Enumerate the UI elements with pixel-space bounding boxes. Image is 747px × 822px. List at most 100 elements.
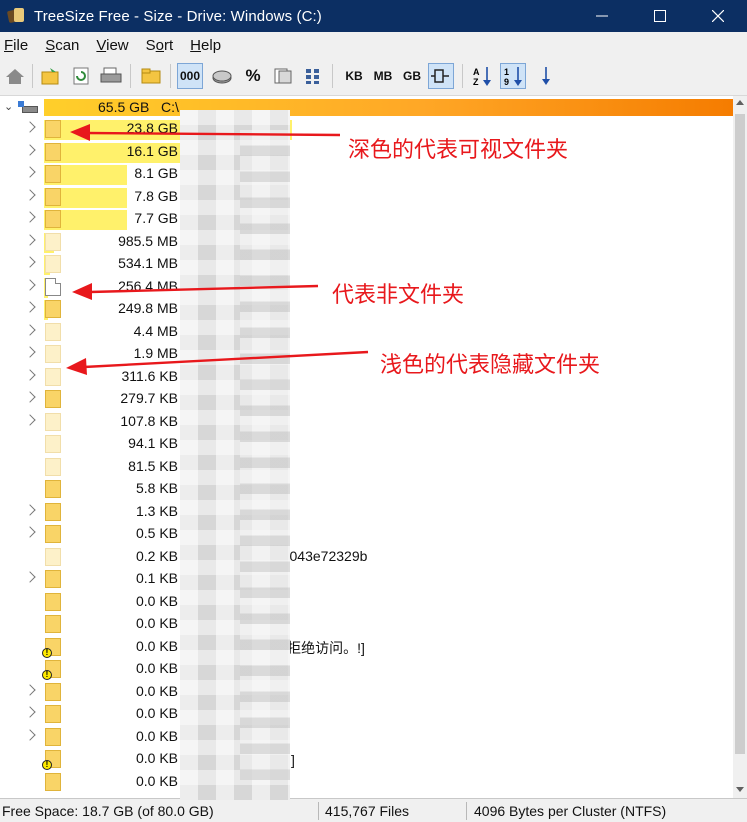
size-view-button[interactable]: 000 <box>177 63 203 89</box>
drive-icon <box>18 101 38 113</box>
row-size: 0.0 KB <box>135 615 178 631</box>
tree-row[interactable]: 5.8 KBarch <box>0 478 733 500</box>
tree-row[interactable]: 0.0 KBwnload <box>0 726 733 748</box>
row-size: 985.5 MB <box>118 232 178 249</box>
percent-button[interactable]: % <box>240 63 266 89</box>
grid-view-button[interactable] <box>300 63 326 89</box>
tree-row[interactable]: 534.1 MB <box>0 253 733 275</box>
directory-tree[interactable]: ⌄ 65.5 GB C:\ 23.8 GBWindows16.1 GBUsers… <box>0 96 733 798</box>
unit-mb-button[interactable]: MB <box>368 63 398 89</box>
row-size: 94.1 KB <box>128 435 178 451</box>
menu-view[interactable]: View <box>96 37 128 54</box>
menu-help[interactable]: Help <box>190 37 221 54</box>
maximize-button[interactable] <box>631 0 689 32</box>
auto-unit-button[interactable] <box>428 63 454 89</box>
expand-chevron-icon[interactable] <box>24 278 36 291</box>
minimize-button[interactable] <box>573 0 631 32</box>
treesize-app-icon[interactable] <box>6 6 26 26</box>
expand-chevron-icon[interactable] <box>24 166 36 178</box>
tree-row[interactable]: 0.5 KB <box>0 523 733 545</box>
folder-icon <box>45 165 61 183</box>
row-size: 16.1 GB <box>126 142 178 159</box>
tree-row[interactable]: 0.2 KB97-474d-bf4b-a2043e72329b <box>0 546 733 568</box>
tree-row[interactable]: 0.1 KB <box>0 568 733 590</box>
hidden-folder-icon <box>45 345 61 363</box>
svg-text:A: A <box>473 67 480 77</box>
tree-root-row[interactable]: ⌄ 65.5 GB C:\ <box>0 98 733 117</box>
expand-chevron-icon[interactable] <box>24 346 36 358</box>
tree-row[interactable]: 94.1 KB <box>0 433 733 455</box>
folder-icon <box>45 525 61 543</box>
menu-file[interactable]: File <box>4 37 28 54</box>
expand-chevron-icon[interactable] <box>24 211 36 223</box>
expand-chevron-icon[interactable] <box>24 188 36 201</box>
collapse-icon[interactable]: ⌄ <box>4 100 13 113</box>
folder-icon <box>141 68 161 84</box>
unit-kb-button[interactable]: KB <box>339 63 369 89</box>
expand-chevron-icon[interactable] <box>24 323 36 336</box>
tree-row[interactable]: 311.6 KBWS <box>0 366 733 388</box>
tree-row[interactable]: 985.5 MBs <box>0 231 733 253</box>
unit-gb-button[interactable]: GB <box>397 63 427 89</box>
tree-row[interactable]: 0.0 KB <box>0 681 733 703</box>
tree-row[interactable]: 8.1 GBs <box>0 163 733 185</box>
row-size: 311.6 KB <box>121 367 178 384</box>
row-size: 0.0 KB <box>135 682 178 699</box>
tree-row[interactable]: !0.0 KBata [拒绝访问。!] <box>0 748 733 770</box>
tree-row[interactable]: 7.8 GB <box>0 186 733 208</box>
tree-row[interactable]: 0.0 KB <box>0 613 733 635</box>
home-icon <box>6 69 24 84</box>
row-size: 249.8 MB <box>118 300 178 316</box>
tree-row[interactable]: 1.3 KB <box>0 501 733 523</box>
print-button[interactable] <box>98 63 124 89</box>
folder-icon <box>45 727 61 746</box>
warning-icon: ! <box>42 760 52 770</box>
tree-row[interactable]: !0.0 KBne Information [拒绝访问。!] <box>0 636 733 658</box>
sort-descending-button[interactable] <box>533 63 559 89</box>
tree-row[interactable]: 0.0 KB <box>0 771 733 793</box>
home-button[interactable] <box>2 63 28 89</box>
expand-chevron-icon[interactable] <box>24 391 36 403</box>
tree-row[interactable]: 107.8 KB~BT <box>0 411 733 433</box>
scroll-thumb[interactable] <box>735 114 745 754</box>
menu-sort[interactable]: Sort <box>146 37 174 54</box>
expand-chevron-icon[interactable] <box>24 503 36 516</box>
expand-chevron-icon[interactable] <box>24 683 36 696</box>
tree-row[interactable]: 1.9 MB <box>0 343 733 365</box>
vertical-scrollbar[interactable] <box>733 96 747 798</box>
tree-row[interactable]: 81.5 KB <box>0 456 733 478</box>
file-count-button[interactable] <box>270 63 296 89</box>
refresh-button[interactable] <box>68 63 94 89</box>
expand-chevron-icon[interactable] <box>24 121 36 133</box>
tree-row[interactable]: 0.0 KBp <box>0 703 733 725</box>
tree-row[interactable]: 7.7 GBs (x86) <box>0 208 733 230</box>
expand-chevron-icon[interactable] <box>24 706 36 718</box>
expand-chevron-icon[interactable] <box>24 368 36 381</box>
expand-chevron-icon[interactable] <box>24 526 36 538</box>
open-folder-button[interactable] <box>138 63 164 89</box>
sort-by-name-button[interactable]: AZ <box>469 63 495 89</box>
files-icon <box>274 68 292 84</box>
expand-chevron-icon[interactable] <box>24 301 36 313</box>
tree-row[interactable]: !0.0 KB绝访问。!] <box>0 658 733 680</box>
expand-chevron-icon[interactable] <box>24 728 36 741</box>
tree-row[interactable]: 279.7 KB <box>0 388 733 410</box>
row-size: 1.9 MB <box>133 345 178 361</box>
menu-scan[interactable]: Scan <box>45 37 79 54</box>
scroll-down-icon[interactable] <box>736 787 744 792</box>
tree-row[interactable]: 0.0 KB <box>0 591 733 613</box>
scan-folder-button[interactable] <box>38 63 64 89</box>
tree-row[interactable]: 4.4 MBF <box>0 321 733 343</box>
expand-chevron-icon[interactable] <box>24 143 36 156</box>
disk-space-button[interactable] <box>209 63 235 89</box>
expand-chevron-icon[interactable] <box>24 413 36 426</box>
expand-chevron-icon[interactable] <box>24 256 36 268</box>
row-size: 7.7 GB <box>134 210 178 226</box>
sort-by-size-button[interactable]: 19 <box>500 63 526 89</box>
row-size: 0.0 KB <box>135 660 178 676</box>
expand-chevron-icon[interactable] <box>24 233 36 246</box>
hidden-folder-icon <box>45 435 61 453</box>
scroll-up-icon[interactable] <box>736 100 744 105</box>
close-button[interactable] <box>689 0 747 32</box>
expand-chevron-icon[interactable] <box>24 571 36 583</box>
